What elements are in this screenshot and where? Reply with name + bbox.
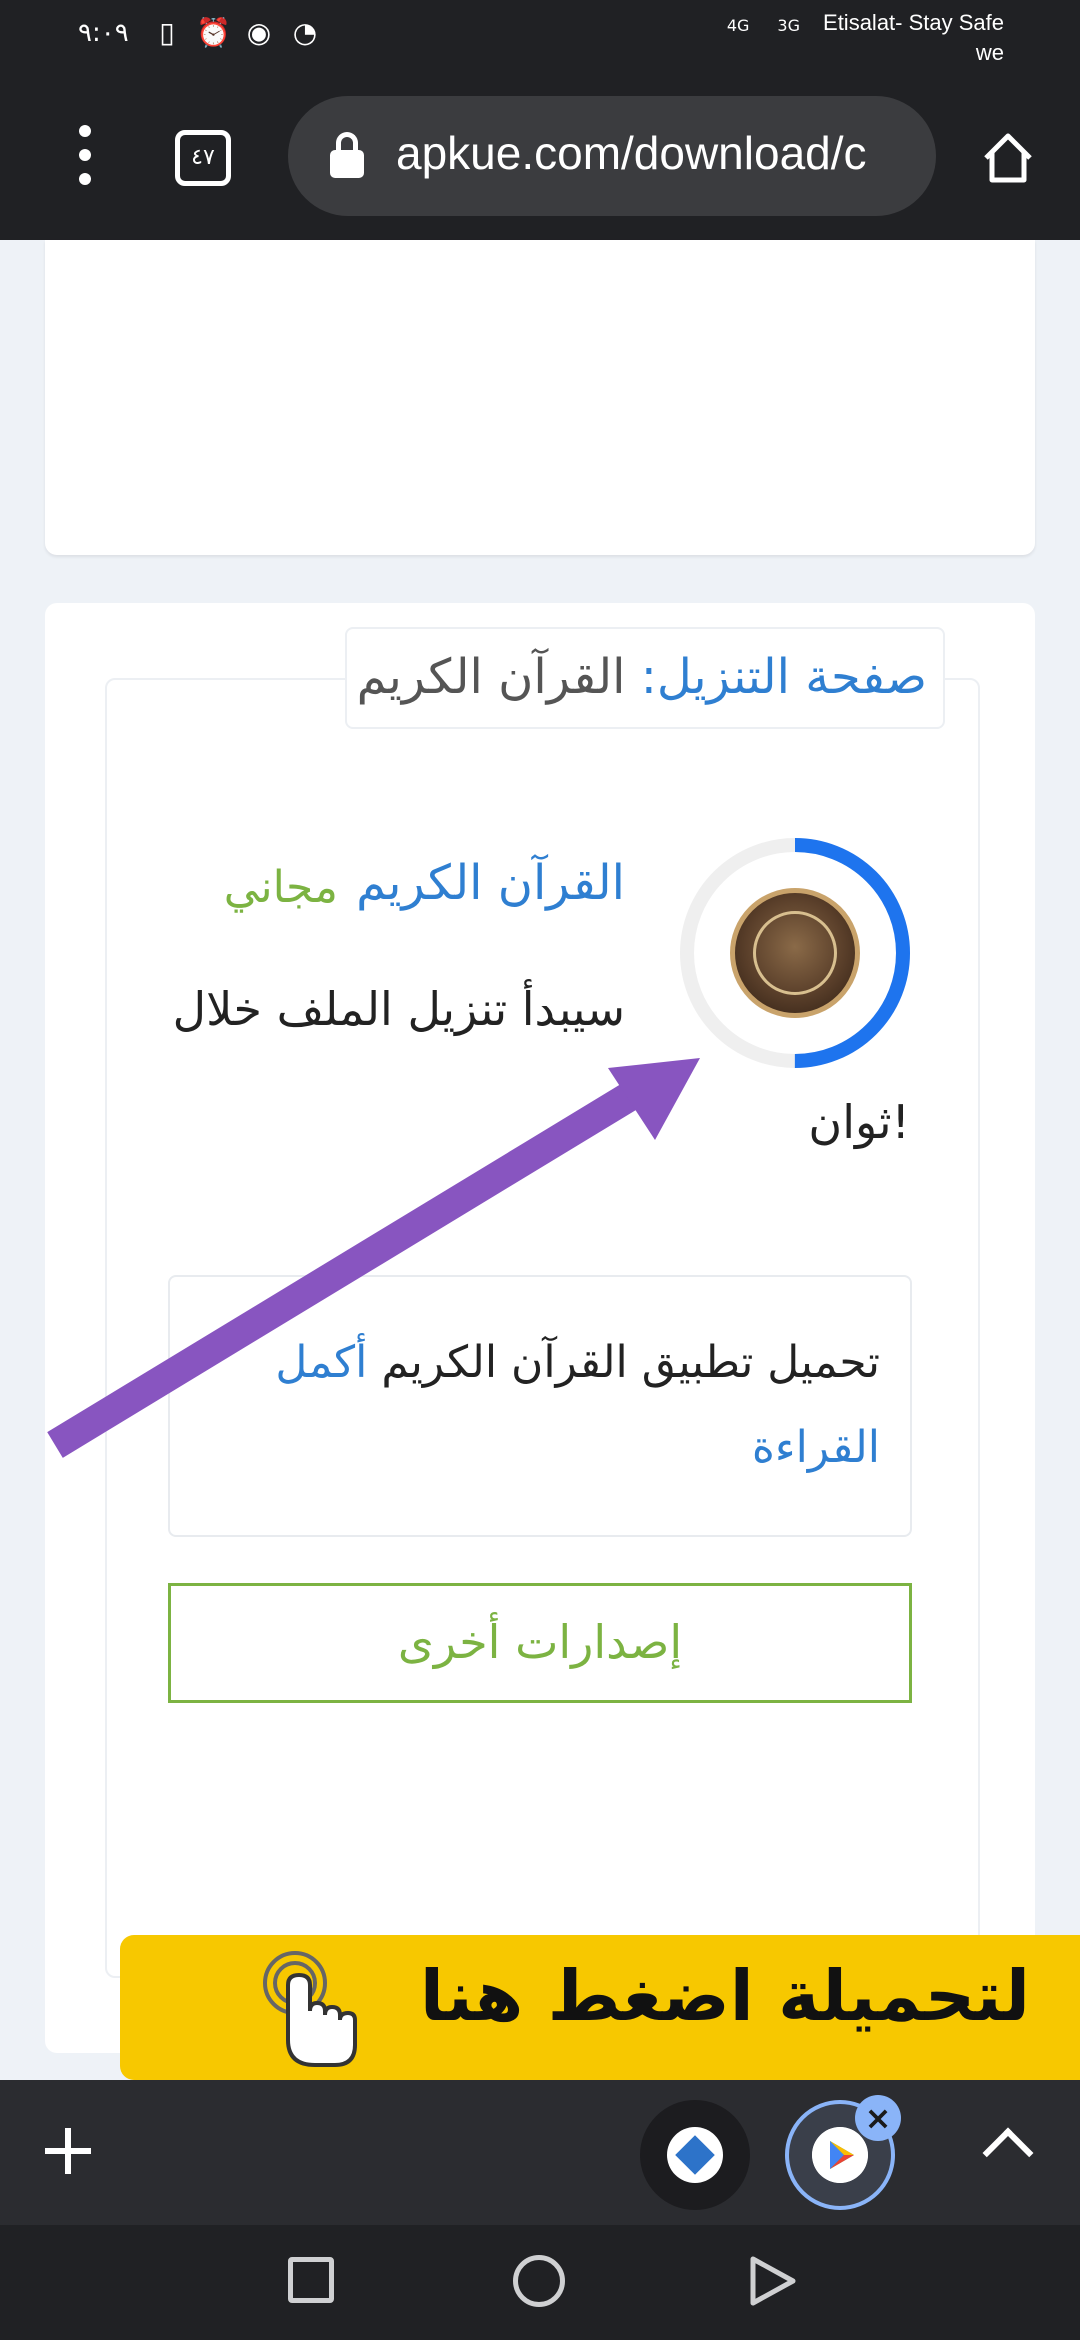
- network-indicators: 4G 3G: [727, 16, 800, 35]
- back-icon[interactable]: [745, 2253, 801, 2309]
- ad-banner[interactable]: لتحميلة اضغط هنا: [120, 1935, 1080, 2080]
- lock-icon[interactable]: [330, 132, 364, 178]
- status-bar: ٩:٠٩ ▯ ⏰ ◉ ◔ 4G 3G Etisalat- Stay Safe w…: [0, 0, 1080, 70]
- tab-switcher-button[interactable]: ٤٧: [175, 130, 231, 186]
- close-icon[interactable]: ×: [855, 2095, 901, 2141]
- read-more-link-cont[interactable]: القراءة: [752, 1422, 880, 1473]
- heading-title: القرآن الكريم: [356, 649, 626, 705]
- address-bar[interactable]: apkue.com/download/c: [288, 96, 936, 216]
- site-favicon-icon: [667, 2127, 723, 2183]
- url-text[interactable]: apkue.com/download/c: [396, 126, 867, 180]
- ad-text[interactable]: لتحميلة اضغط هنا: [420, 1955, 1030, 2037]
- description-text: تحميل تطبيق القرآن الكريم: [381, 1337, 880, 1388]
- network-4g: 4G: [726, 16, 750, 35]
- status-icons: ▯ ⏰ ◉ ◔: [150, 16, 322, 50]
- app-price-badge: مجاني: [223, 862, 338, 913]
- tab-chip-apkue[interactable]: [640, 2100, 750, 2210]
- more-vert-icon[interactable]: [60, 125, 110, 185]
- system-nav-bar: [0, 2225, 1080, 2340]
- countdown-text: سيبدأ تنزيل الملف خلال: [172, 982, 625, 1036]
- network-3g: 3G: [777, 16, 800, 35]
- data-saver-icon: ◔: [292, 16, 318, 49]
- tab-strip: ×: [0, 2080, 1080, 2225]
- other-versions-button[interactable]: إصدارات أخرى: [168, 1583, 912, 1703]
- status-time: ٩:٠٩: [78, 18, 129, 48]
- read-more-link[interactable]: أكمل: [275, 1337, 367, 1388]
- eye-icon: ◉: [246, 16, 272, 49]
- recents-icon[interactable]: [288, 2257, 334, 2303]
- tap-hand-icon: [263, 1951, 357, 2067]
- app-icon: [730, 888, 860, 1018]
- carrier-label: Etisalat- Stay Safe we: [823, 8, 1004, 68]
- download-page-heading: صفحة التنزيل: القرآن الكريم: [345, 627, 945, 729]
- home-nav-icon[interactable]: [513, 2255, 565, 2307]
- vibrate-icon: ▯: [159, 16, 175, 49]
- carrier-line2: we: [975, 40, 1004, 65]
- description-box: تحميل تطبيق القرآن الكريم أكمل القراءة: [168, 1275, 912, 1537]
- heading-prefix: صفحة التنزيل:: [640, 649, 927, 705]
- app-title: القرآن الكريم: [356, 855, 625, 911]
- countdown-text-cont: ثوان!: [808, 1095, 910, 1149]
- browser-toolbar: ٤٧ apkue.com/download/c: [0, 70, 1080, 240]
- play-store-icon: [812, 2127, 868, 2183]
- chevron-up-icon[interactable]: [982, 2127, 1034, 2179]
- carrier-line1: Etisalat- Stay Safe: [823, 10, 1004, 35]
- home-icon[interactable]: [980, 130, 1036, 186]
- alarm-icon: ⏰: [196, 16, 231, 49]
- plus-icon[interactable]: [45, 2128, 91, 2174]
- description-line: تحميل تطبيق القرآن الكريم أكمل: [275, 1337, 880, 1388]
- ad-placeholder-card: [45, 240, 1035, 555]
